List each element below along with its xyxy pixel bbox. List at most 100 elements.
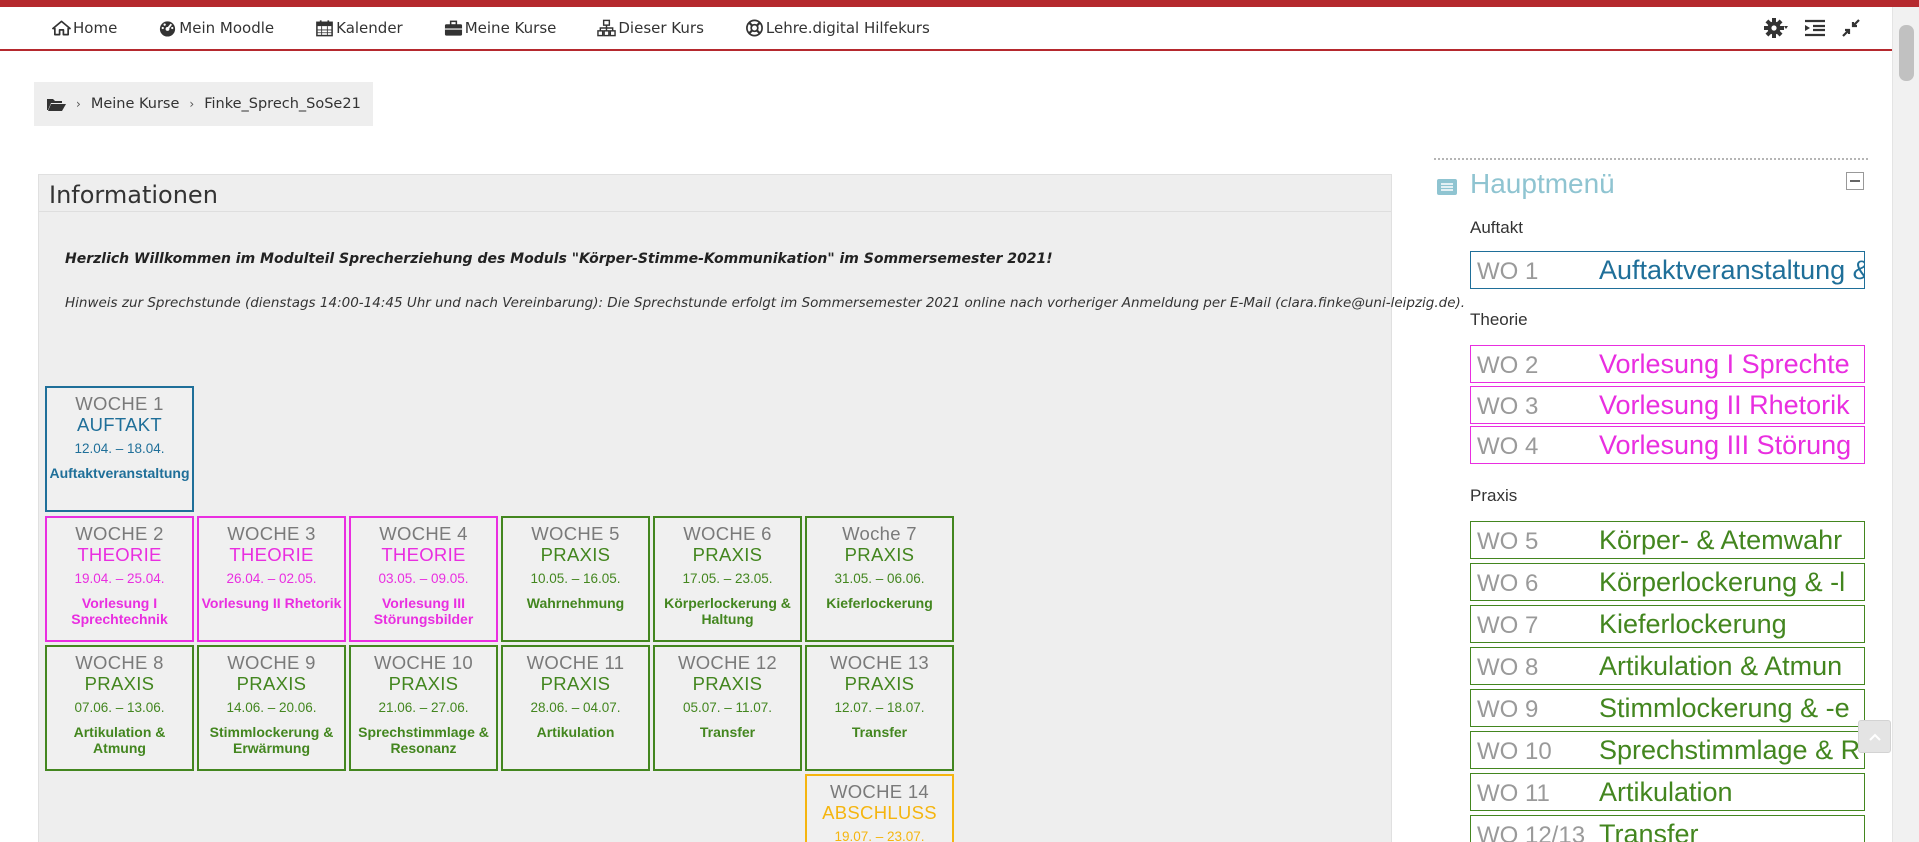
week-tile-cat: AUFTAKT — [76, 414, 162, 435]
sidebar-item-week: WO 4 — [1477, 433, 1539, 460]
sidebar-item-week: WO 9 — [1477, 696, 1539, 723]
week-tile-topic: Wahrnehmung — [526, 595, 625, 611]
week-tile[interactable]: WOCHE 2 THEORIE 19.04. – 25.04. Vorlesung I… — [45, 516, 194, 642]
sidebar-item-week: WO 7 — [1477, 612, 1539, 639]
sidebar-item-label: Körper- & Atemwahr — [1599, 525, 1843, 555]
week-tile-dates: 28.06. – 04.07. — [530, 700, 621, 715]
week-tile-topic: Vorlesung II Rhetorik — [201, 595, 342, 611]
week-tile[interactable]: WOCHE 6 PRAXIS 17.05. – 23.05. Körperlocker… — [653, 516, 802, 642]
week-tile-dates: 21.06. – 27.06. — [378, 700, 469, 715]
lifebuoy-icon — [745, 19, 763, 37]
page-scrollbar[interactable] — [1892, 7, 1919, 842]
sidebar-menu-item[interactable]: WO 1 Auftaktveranstaltung & — [1470, 251, 1865, 289]
week-tile[interactable]: WOCHE 9 PRAXIS 14.06. – 20.06. Stimmlockeru… — [197, 645, 346, 771]
sidebar-item-week: WO 1 — [1477, 258, 1539, 285]
collapse-block-button[interactable] — [1846, 172, 1864, 190]
week-tile-week: WOCHE 5 — [531, 523, 620, 544]
scroll-to-top-button[interactable] — [1858, 720, 1891, 753]
week-tile-dates: 14.06. – 20.06. — [226, 700, 317, 715]
sidebar-menu-item[interactable]: WO 5 Körper- & Atemwahr — [1470, 521, 1865, 559]
week-tile[interactable]: WOCHE 8 PRAXIS 07.06. – 13.06. Artikulation… — [45, 645, 194, 771]
sidebar-item-label: Vorlesung II Rhetorik — [1599, 390, 1850, 420]
information-block: Informationen Herzlich Willkommen im Mod… — [38, 174, 1465, 842]
sidebar-item-week: WO 2 — [1477, 352, 1539, 379]
title-divider — [39, 211, 1391, 212]
sidebar-item-week: WO 10 — [1477, 738, 1552, 765]
top-navbar: Home Mein Moodle Kalender Meine Kurse Di… — [0, 7, 1892, 51]
sidebar-menu-item[interactable]: WO 4 Vorlesung III Störung — [1470, 426, 1865, 464]
fullscreen-toggle[interactable] — [1842, 19, 1860, 37]
week-tile-dates: 17.05. – 23.05. — [682, 571, 773, 586]
nav-mein-moodle[interactable]: Mein Moodle — [158, 19, 274, 37]
sidebar-item-label: Artikulation — [1599, 777, 1733, 807]
sidebar-item-label: Stimmlockerung & -e — [1599, 693, 1850, 723]
sidebar-title: Hauptmenü — [1470, 168, 1615, 199]
week-tile-week: WOCHE 6 — [683, 523, 772, 544]
nav-kalender-label: Kalender — [336, 19, 403, 37]
briefcase-icon — [444, 20, 462, 36]
week-tile-dates: 19.04. – 25.04. — [74, 571, 165, 586]
week-tile-cat: PRAXIS — [540, 673, 611, 694]
nav-kalender[interactable]: Kalender — [315, 19, 403, 37]
week-tile-dates: 03.05. – 09.05. — [378, 571, 469, 586]
week-tile-week: WOCHE 13 — [829, 652, 930, 673]
settings-menu-toggle[interactable] — [1764, 17, 1788, 39]
week-tile[interactable]: WOCHE 13 PRAXIS 12.07. – 18.07. Transfer — [805, 645, 954, 771]
week-tile[interactable]: WOCHE 4 THEORIE 03.05. – 09.05. Vorlesung I… — [349, 516, 498, 642]
week-tile-topic: Körperlockerung & Haltung — [664, 595, 791, 627]
nav-hilfekurs-label: Lehre.digital Hilfekurs — [765, 19, 930, 37]
sidebar-item-week: WO 6 — [1477, 570, 1539, 597]
sidebar-menu-item[interactable]: WO 11 Artikulation — [1470, 773, 1865, 811]
sidebar-menu-item[interactable]: WO 2 Vorlesung I Sprechte — [1470, 345, 1865, 383]
week-tile-topic: Artikulation — [536, 724, 615, 740]
dashboard-icon — [160, 21, 176, 37]
nav-hilfekurs[interactable]: Lehre.digital Hilfekurs — [745, 19, 930, 37]
blocks-toggle[interactable] — [1804, 19, 1826, 37]
breadcrumb-meine-kurse[interactable]: Meine Kurse — [91, 96, 180, 112]
breadcrumb-chevron-icon: › — [76, 97, 81, 111]
week-tile-week: WOCHE 2 — [75, 523, 164, 544]
week-tile[interactable]: WOCHE 10 PRAXIS 21.06. – 27.06. Sprechstimm… — [349, 645, 498, 771]
week-tile[interactable]: WOCHE 14 ABSCHLUSS 19.07. – 23.07. — [805, 774, 954, 842]
sidebar-menu-item[interactable]: WO 3 Vorlesung II Rhetorik — [1470, 386, 1865, 424]
week-tile-topic: Auftaktveranstaltung — [49, 465, 190, 481]
week-tile-cat: THEORIE — [381, 544, 466, 565]
sidebar-menu-item[interactable]: WO 9 Stimmlockerung & -e — [1470, 689, 1865, 727]
week-tile[interactable]: WOCHE 11 PRAXIS 28.06. – 04.07. Artikulatio… — [501, 645, 650, 771]
week-tile[interactable]: WOCHE 12 PRAXIS 05.07. – 11.07. Transfer — [653, 645, 802, 771]
sidebar-menu-item[interactable]: WO 10 Sprechstimmlage & R — [1470, 731, 1865, 769]
sidebar-menu-item[interactable]: WO 6 Körperlockerung & -l — [1470, 563, 1865, 601]
nav-right-tools — [1748, 17, 1860, 39]
compress-icon — [1842, 19, 1860, 37]
nav-meine-kurse[interactable]: Meine Kurse — [444, 19, 556, 37]
sidebar-item-label: Artikulation & Atmun — [1599, 651, 1843, 681]
sidebar-menu-item[interactable]: WO 12/13 Transfer — [1470, 815, 1865, 842]
sidebar-section-heading: Theorie — [1470, 310, 1528, 329]
week-tile[interactable]: WOCHE 3 THEORIE 26.04. – 02.05. Vorlesung I… — [197, 516, 346, 642]
week-tile[interactable]: WOCHE 5 PRAXIS 10.05. – 16.05. Wahrnehmung — [501, 516, 650, 642]
week-tile-cat: PRAXIS — [844, 673, 915, 694]
week-tile-cat: PRAXIS — [844, 544, 915, 565]
sidebar-item-week: WO 11 — [1477, 780, 1550, 807]
breadcrumb-course[interactable]: Finke_Sprech_SoSe21 — [204, 96, 361, 112]
week-tile-cat: PRAXIS — [692, 673, 763, 694]
scrollbar-thumb[interactable] — [1899, 25, 1914, 81]
sidebar-section-heading: Auftakt — [1470, 218, 1523, 237]
menu-block-icon — [1437, 179, 1457, 195]
week-tile[interactable]: WOCHE 1 AUFTAKT 12.04. – 18.04. Auftaktvera… — [45, 386, 194, 512]
week-tile-week: WOCHE 11 — [526, 652, 625, 673]
sidebar-menu-item[interactable]: WO 8 Artikulation & Atmun — [1470, 647, 1865, 685]
nav-dieser-kurs[interactable]: Dieser Kurs — [597, 19, 704, 37]
week-tile-cat: PRAXIS — [84, 673, 155, 694]
office-hours-hint: Hinweis zur Sprechstunde (dienstags 14:0… — [65, 295, 1466, 311]
page-title: Informationen — [49, 181, 218, 209]
week-tile-cat: THEORIE — [77, 544, 162, 565]
week-tile[interactable]: Woche 7 PRAXIS 31.05. – 06.06. Kieferlocker… — [805, 516, 954, 642]
sidebar-item-label: Transfer — [1599, 819, 1699, 842]
breadcrumb: › Meine Kurse › Finke_Sprech_SoSe21 — [34, 82, 373, 126]
week-tile-cat: PRAXIS — [236, 673, 307, 694]
sidebar-menu-item[interactable]: WO 7 Kieferlockerung — [1470, 605, 1865, 643]
week-tile-topic: Transfer — [851, 724, 908, 740]
folder-open-icon[interactable] — [46, 96, 66, 112]
nav-home[interactable]: Home — [52, 19, 117, 37]
